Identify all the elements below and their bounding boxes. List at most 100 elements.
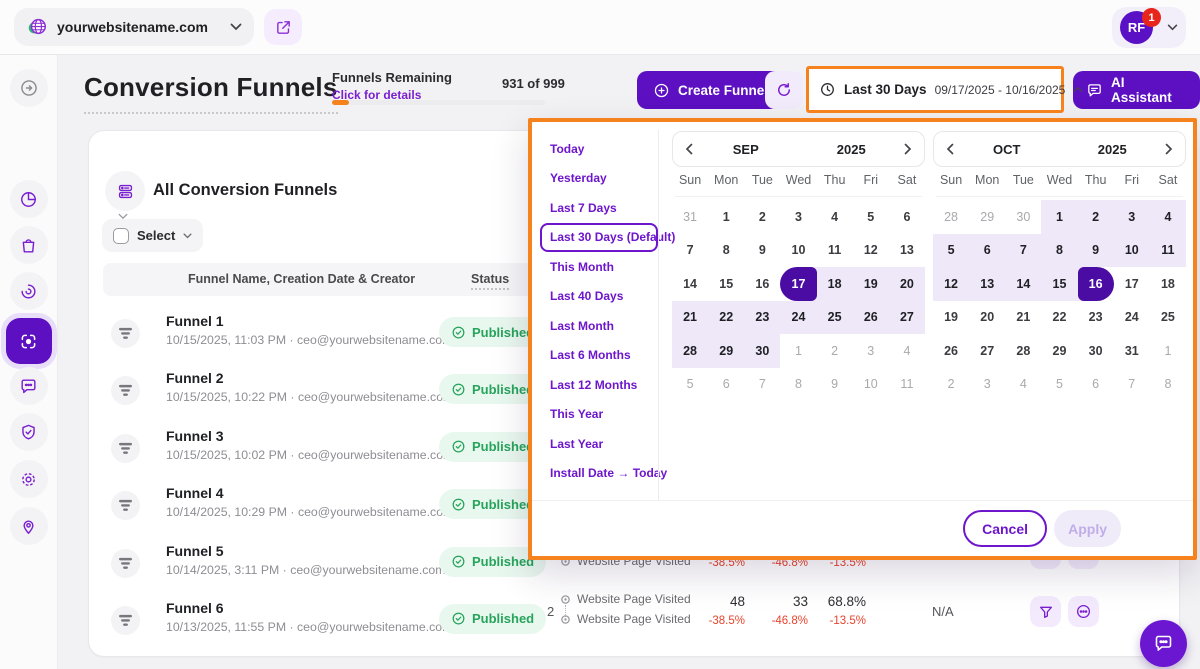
- calendar-day[interactable]: 9: [744, 234, 780, 268]
- calendar-day[interactable]: 15: [1041, 267, 1077, 301]
- create-funnel-button[interactable]: Create Funnel: [637, 71, 784, 109]
- sidebar-collapse-icon[interactable]: [10, 69, 48, 107]
- calendar-day[interactable]: 23: [1078, 301, 1114, 335]
- calendar-day[interactable]: 11: [817, 234, 853, 268]
- account-menu[interactable]: RF 1: [1112, 7, 1186, 48]
- calendar-day[interactable]: 6: [889, 200, 925, 234]
- calendar-day[interactable]: 10: [853, 368, 889, 402]
- calendar-day[interactable]: 1: [780, 334, 816, 368]
- calendar-day[interactable]: 5: [672, 368, 708, 402]
- calendar-day[interactable]: 2: [933, 368, 969, 402]
- quick-option[interactable]: Last 30 Days (Default): [540, 223, 658, 253]
- prev-month-icon[interactable]: [946, 143, 954, 155]
- open-website-button[interactable]: [264, 9, 302, 45]
- calendar-day[interactable]: 19: [933, 301, 969, 335]
- sidebar-item-settings[interactable]: [10, 460, 48, 498]
- calendar-day[interactable]: 22: [1041, 301, 1077, 335]
- calendar-day[interactable]: 10: [1114, 234, 1150, 268]
- next-month-icon[interactable]: [1165, 143, 1173, 155]
- funnel-view-button[interactable]: [1030, 596, 1061, 627]
- refresh-button[interactable]: [765, 71, 803, 109]
- calendar-day[interactable]: 8: [708, 234, 744, 268]
- calendar-day[interactable]: 29: [1041, 334, 1077, 368]
- calendar-day[interactable]: 16: [744, 267, 780, 301]
- calendar-day[interactable]: 18: [817, 267, 853, 301]
- calendar-day[interactable]: 7: [1114, 368, 1150, 402]
- calendar-day[interactable]: 8: [1041, 234, 1077, 268]
- calendar-day[interactable]: 11: [889, 368, 925, 402]
- calendar-day[interactable]: 20: [969, 301, 1005, 335]
- prev-month-icon[interactable]: [685, 143, 693, 155]
- calendar-day[interactable]: 7: [672, 234, 708, 268]
- calendar-day[interactable]: 8: [780, 368, 816, 402]
- apply-button[interactable]: Apply: [1054, 510, 1121, 547]
- cancel-button[interactable]: Cancel: [963, 510, 1047, 547]
- calendar-day[interactable]: 7: [744, 368, 780, 402]
- calendar-day[interactable]: 25: [817, 301, 853, 335]
- calendar-day[interactable]: 12: [933, 267, 969, 301]
- calendar-day[interactable]: 5: [1041, 368, 1077, 402]
- calendar-day[interactable]: 6: [969, 234, 1005, 268]
- sidebar-item-chat[interactable]: [10, 367, 48, 405]
- calendar-day[interactable]: 13: [889, 234, 925, 268]
- quick-option[interactable]: Yesterday: [540, 164, 658, 194]
- calendar-day[interactable]: 19: [853, 267, 889, 301]
- calendar-day[interactable]: 27: [889, 301, 925, 335]
- quick-option[interactable]: Last 7 Days: [540, 193, 658, 223]
- column-status[interactable]: Status: [471, 272, 509, 290]
- quick-option[interactable]: This Month: [540, 252, 658, 282]
- calendar-day[interactable]: 24: [1114, 301, 1150, 335]
- calendar-day[interactable]: 10: [780, 234, 816, 268]
- calendar-day[interactable]: 13: [969, 267, 1005, 301]
- calendar-day[interactable]: 26: [853, 301, 889, 335]
- quick-option[interactable]: This Year: [540, 400, 658, 430]
- calendar-day[interactable]: 29: [969, 200, 1005, 234]
- calendar-day[interactable]: 8: [1150, 368, 1186, 402]
- sidebar-item-conversion-funnels[interactable]: [6, 318, 52, 364]
- calendar-day[interactable]: 9: [1078, 234, 1114, 268]
- calendar-day[interactable]: 31: [1114, 334, 1150, 368]
- calendar-day[interactable]: 14: [672, 267, 708, 301]
- website-selector[interactable]: yourwebsitename.com: [14, 8, 254, 46]
- calendar-day[interactable]: 12: [853, 234, 889, 268]
- calendar-day[interactable]: 30: [1078, 334, 1114, 368]
- calendar-day[interactable]: 3: [780, 200, 816, 234]
- calendar-day[interactable]: 20: [889, 267, 925, 301]
- calendar-day[interactable]: 18: [1150, 267, 1186, 301]
- calendar-day[interactable]: 28: [1005, 334, 1041, 368]
- calendar-day[interactable]: 17: [1114, 267, 1150, 301]
- calendar-day[interactable]: 9: [817, 368, 853, 402]
- quick-option[interactable]: Install Date → Today: [540, 459, 658, 489]
- calendar-day[interactable]: 11: [1150, 234, 1186, 268]
- calendar-day[interactable]: 6: [708, 368, 744, 402]
- select-dropdown[interactable]: Select: [102, 219, 203, 252]
- calendar-day[interactable]: 4: [1150, 200, 1186, 234]
- next-month-icon[interactable]: [904, 143, 912, 155]
- calendar-day[interactable]: 15: [708, 267, 744, 301]
- quick-option[interactable]: Last 40 Days: [540, 282, 658, 312]
- sidebar-item-sessions[interactable]: [10, 272, 48, 310]
- calendar-day[interactable]: 23: [744, 301, 780, 335]
- calendar-day[interactable]: 6: [1078, 368, 1114, 402]
- calendar-day[interactable]: 27: [969, 334, 1005, 368]
- support-chat-button[interactable]: [1140, 620, 1187, 667]
- quick-option[interactable]: Last Year: [540, 429, 658, 459]
- calendar-day[interactable]: 31: [672, 200, 708, 234]
- calendar-day[interactable]: 1: [1150, 334, 1186, 368]
- calendar-day[interactable]: 28: [933, 200, 969, 234]
- sidebar-item-security[interactable]: [10, 413, 48, 451]
- quick-option[interactable]: Last Month: [540, 311, 658, 341]
- sidebar-item-location[interactable]: [10, 507, 48, 545]
- calendar-day[interactable]: 16: [1078, 267, 1114, 301]
- calendar-day[interactable]: 3: [969, 368, 1005, 402]
- calendar-day[interactable]: 5: [853, 200, 889, 234]
- calendar-day[interactable]: 22: [708, 301, 744, 335]
- sidebar-item-dashboard[interactable]: [10, 180, 48, 218]
- calendar-day[interactable]: 14: [1005, 267, 1041, 301]
- calendar-day[interactable]: 25: [1150, 301, 1186, 335]
- calendar-day[interactable]: 21: [672, 301, 708, 335]
- calendar-day[interactable]: 3: [853, 334, 889, 368]
- calendar-day[interactable]: 2: [744, 200, 780, 234]
- calendar-day[interactable]: 21: [1005, 301, 1041, 335]
- calendar-day[interactable]: 1: [708, 200, 744, 234]
